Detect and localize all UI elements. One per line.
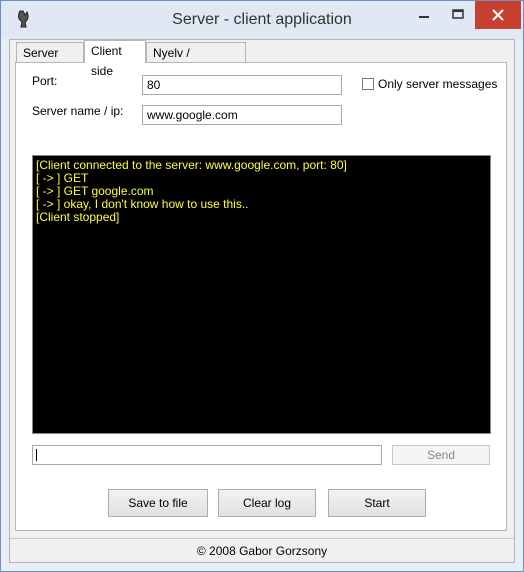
log-line: [Client connected to the server: www.goo… [36,158,347,172]
close-button[interactable] [475,1,521,29]
client-area: Server side Client side Nyelv / Language… [9,39,515,563]
client-side-panel: Port: 80 Only server messages Server nam… [15,62,507,531]
minimize-icon [419,16,429,18]
only-server-messages-checkbox[interactable] [362,78,374,90]
port-label: Port: [32,74,58,88]
server-name-field[interactable]: www.google.com [142,105,342,125]
text-caret [36,449,37,461]
app-window: Server - client application Server side … [0,0,524,572]
title-bar[interactable]: Server - client application [1,1,523,39]
port-field[interactable]: 80 [142,75,342,95]
save-to-file-button[interactable]: Save to file [108,489,208,517]
maximize-button[interactable] [441,1,475,29]
maximize-icon [452,9,464,19]
send-button[interactable]: Send [392,445,490,465]
log-line: [Client stopped] [36,210,120,224]
tab-language[interactable]: Nyelv / Language [146,42,246,80]
start-button[interactable]: Start [328,489,426,517]
copyright-text: © 2008 Gabor Gorzsony [196,544,328,558]
tab-client-side[interactable]: Client side [84,40,146,78]
message-input[interactable] [32,445,382,465]
clear-log-button[interactable]: Clear log [218,489,316,517]
log-output[interactable]: [Client connected to the server: www.goo… [32,155,491,434]
close-icon [492,9,504,21]
only-server-messages-label[interactable]: Only server messages [378,77,497,91]
server-name-label: Server name / ip: [32,104,124,118]
tab-server-side[interactable]: Server side [16,42,84,80]
status-bar: © 2008 Gabor Gorzsony [10,538,514,563]
minimize-button[interactable] [407,1,441,29]
